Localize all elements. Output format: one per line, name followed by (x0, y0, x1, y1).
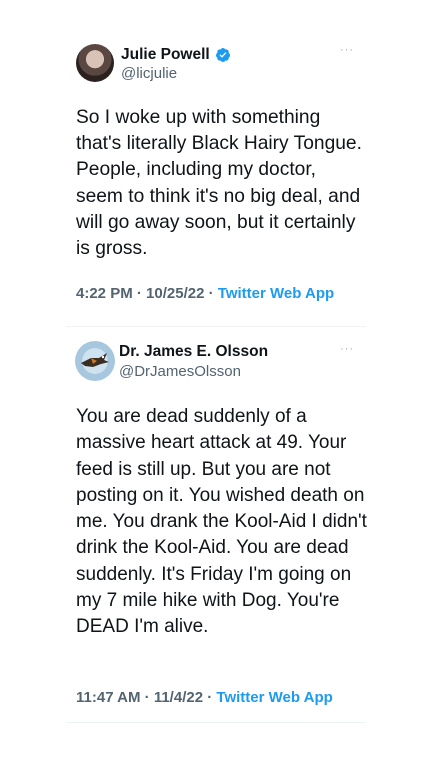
tweet-julie-powell[interactable]: Julie Powell @licjulie ··· So I woke up … (0, 28, 425, 302)
tweet-date[interactable]: 10/25/22 (146, 285, 204, 302)
meta-separator: · (132, 285, 147, 302)
more-options-icon[interactable]: ··· (340, 44, 354, 56)
meta-separator: · (203, 689, 217, 706)
verified-badge-icon (215, 47, 231, 63)
author-display-name[interactable]: Julie Powell (121, 46, 210, 64)
tweet-header: Julie Powell @licjulie ··· (0, 28, 425, 88)
author-name-row[interactable]: Dr. James E. Olsson (119, 343, 268, 361)
meta-separator: · (204, 285, 218, 302)
author-name-row[interactable]: Julie Powell (121, 46, 231, 64)
divider (66, 722, 366, 723)
avatar[interactable] (76, 44, 114, 82)
tweet-timestamp: 11:47 AM · 11/4/22 · Twitter Web App (76, 688, 376, 708)
tweet-header: Dr. James E. Olsson @DrJamesOlsson ··· (0, 331, 425, 391)
divider (66, 326, 366, 327)
meta-separator: · (140, 689, 154, 706)
tweet-source-link[interactable]: Twitter Web App (218, 285, 334, 302)
tweet-text: You are dead suddenly of a massive heart… (76, 406, 367, 638)
author-handle[interactable]: @licjulie (121, 65, 177, 82)
tweet-date[interactable]: 11/4/22 (154, 689, 203, 706)
avatar[interactable] (75, 341, 115, 381)
more-options-icon[interactable]: ··· (340, 343, 354, 355)
tweet-james-olsson[interactable]: Dr. James E. Olsson @DrJamesOlsson ··· Y… (0, 331, 425, 706)
author-display-name[interactable]: Dr. James E. Olsson (119, 343, 268, 361)
tweet-time[interactable]: 4:22 PM (76, 285, 133, 302)
tweet-time[interactable]: 11:47 AM (76, 689, 140, 706)
tweet-timestamp: 4:22 PM · 10/25/22 · Twitter Web App (76, 284, 356, 304)
author-handle[interactable]: @DrJamesOlsson (119, 363, 241, 380)
tweet-source-link[interactable]: Twitter Web App (216, 689, 332, 706)
tweet-text: So I woke up with something that's liter… (76, 107, 362, 260)
bird-avatar-icon (81, 353, 109, 367)
